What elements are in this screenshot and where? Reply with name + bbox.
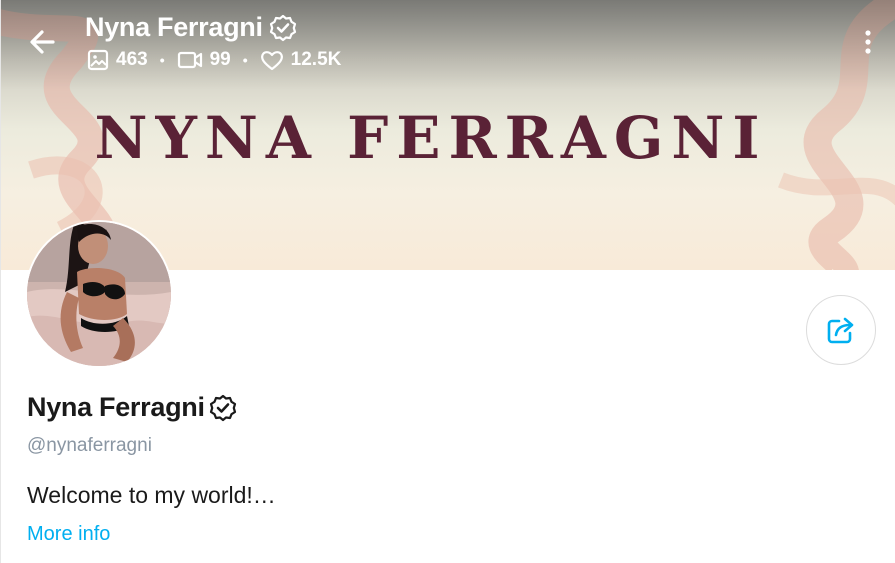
more-info-link[interactable]: More info xyxy=(27,523,110,546)
avatar-photo xyxy=(27,222,171,366)
more-vertical-icon xyxy=(865,30,871,54)
header-stats: 463 • 99 • 12.5K xyxy=(87,49,341,71)
header-title: Nyna Ferragni xyxy=(85,12,297,43)
avatar[interactable] xyxy=(25,220,173,368)
video-camera-icon xyxy=(177,51,202,69)
likes-count: 12.5K xyxy=(290,49,342,70)
stat-separator: • xyxy=(242,52,248,68)
verified-badge-icon xyxy=(209,394,236,421)
more-options-button[interactable] xyxy=(859,28,877,58)
videos-stat: 99 xyxy=(177,49,231,71)
profile-username: @nynaferragni xyxy=(27,435,152,456)
videos-count: 99 xyxy=(209,49,231,70)
share-icon xyxy=(827,317,854,344)
stat-separator: • xyxy=(159,52,165,68)
image-icon xyxy=(87,49,109,71)
photos-count: 463 xyxy=(116,49,148,70)
profile-name-row: Nyna Ferragni xyxy=(27,392,237,423)
profile-name: Nyna Ferragni xyxy=(27,392,205,422)
banner-title-text: NYNA FERRAGNI xyxy=(94,104,768,172)
header-profile-name: Nyna Ferragni xyxy=(85,12,263,42)
likes-stat: 12.5K xyxy=(260,49,342,71)
share-button[interactable] xyxy=(806,295,876,365)
back-button[interactable] xyxy=(23,22,63,62)
profile-bio: Welcome to my world!… xyxy=(27,482,276,508)
verified-badge-icon xyxy=(269,14,296,41)
arrow-left-icon xyxy=(30,30,55,54)
profile-page: NYNA FERRAGNI Nyna Ferragni 463 • 99 • 1… xyxy=(0,0,895,563)
photos-stat: 463 xyxy=(87,49,148,71)
heart-icon xyxy=(260,51,283,71)
